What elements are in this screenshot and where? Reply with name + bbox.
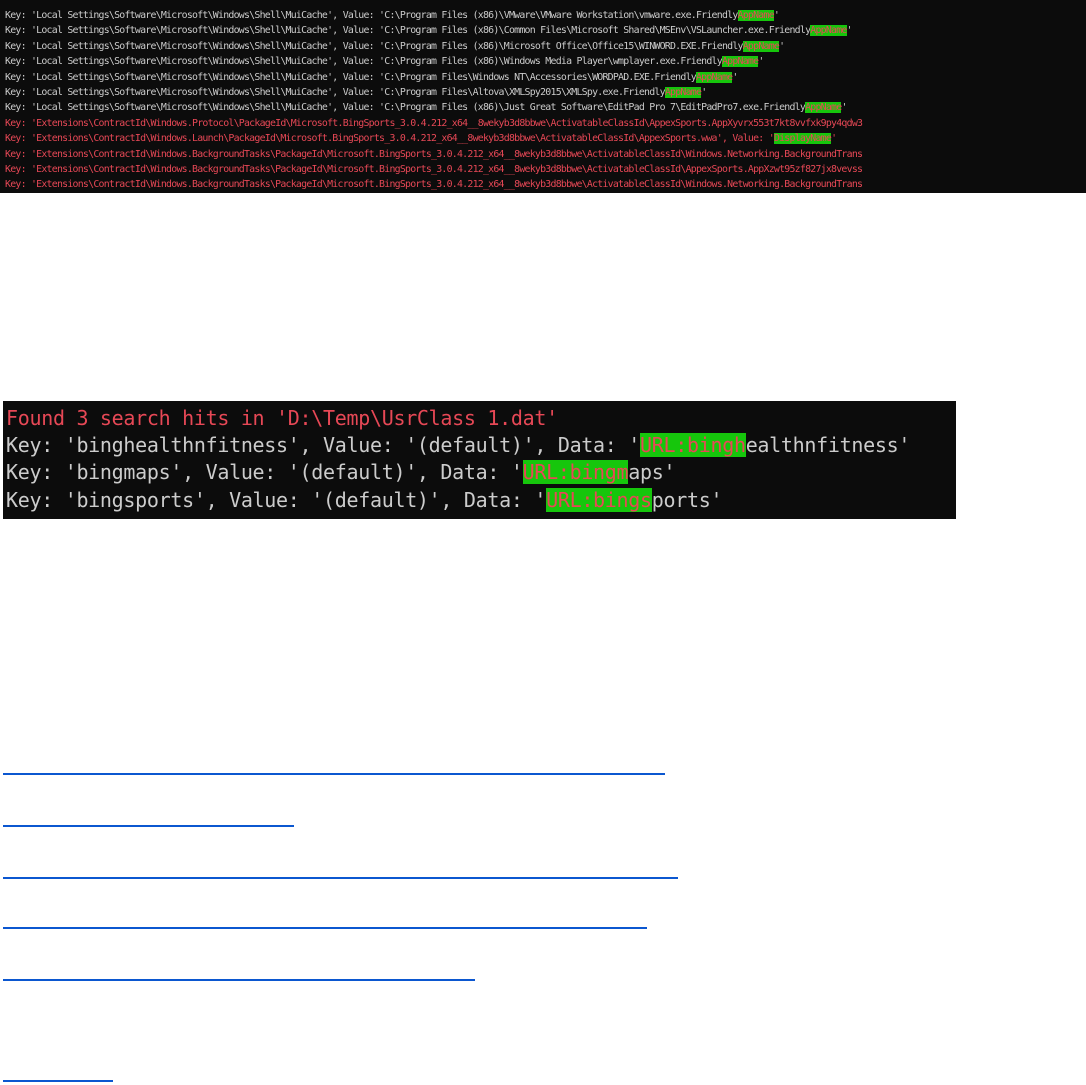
terminal-line: Key: 'Extensions\ContractId\Windows.Prot… xyxy=(0,116,1086,131)
terminal-line-suffix: ' xyxy=(773,10,780,21)
search-highlight: AppName xyxy=(721,56,759,68)
search-highlight: AppName xyxy=(664,86,702,98)
terminal-line-suffix: ' xyxy=(846,25,853,37)
hyperlink-6[interactable] xyxy=(3,1080,113,1082)
terminal-line: Key: 'Extensions\ContractId\Windows.Back… xyxy=(0,162,1086,177)
terminal-line-text: Key: 'Local Settings\Software\Microsoft\… xyxy=(5,10,738,21)
terminal-line-text: Key: 'Extensions\ContractId\Windows.Prot… xyxy=(5,117,863,129)
search-highlight: URL:bings xyxy=(546,487,652,512)
search-highlight: AppName xyxy=(695,71,733,83)
search-result-line: Key: 'bingmaps', Value: '(default)', Dat… xyxy=(3,459,956,486)
terminal-line: Key: 'Local Settings\Software\Microsoft\… xyxy=(0,8,1086,23)
search-highlight: URL:bingm xyxy=(522,460,629,485)
terminal-line-text: Key: 'Local Settings\Software\Microsoft\… xyxy=(5,25,811,37)
terminal-line-text: Key: 'Extensions\ContractId\Windows.Back… xyxy=(5,163,863,175)
search-highlight: DisplayName xyxy=(773,133,832,145)
terminal-line: Key: 'Extensions\ContractId\Windows.Back… xyxy=(0,177,1086,192)
hyperlink-1[interactable] xyxy=(3,773,665,775)
terminal-line-text: Key: 'Extensions\ContractId\Windows.Laun… xyxy=(5,133,775,145)
terminal-line-suffix: ' xyxy=(831,133,837,145)
search-result-suffix: ports' xyxy=(651,487,723,512)
terminal-line: Key: 'Local Settings\Software\Microsoft\… xyxy=(0,70,1086,85)
search-highlight: AppName xyxy=(805,102,842,114)
search-result-text: Key: 'bingmaps', Value: '(default)', Dat… xyxy=(6,460,523,485)
terminal-line-suffix: ' xyxy=(701,86,707,98)
search-highlight: AppName xyxy=(737,10,775,21)
terminal-line-text: Key: 'Extensions\ContractId\Windows.Back… xyxy=(5,179,863,191)
terminal-line: Key: 'Local Settings\Software\Microsoft\… xyxy=(0,100,1086,115)
hyperlink-5[interactable] xyxy=(3,979,475,981)
terminal-line: Key: 'Local Settings\Software\Microsoft\… xyxy=(0,85,1086,100)
terminal-line: Key: 'Extensions\ContractId\Windows.Laun… xyxy=(0,131,1086,146)
search-highlight: AppName xyxy=(810,25,847,37)
terminal-line-text: Key: 'Local Settings\Software\Microsoft\… xyxy=(5,86,666,98)
terminal-line-text: Key: 'Local Settings\Software\Microsoft\… xyxy=(5,102,806,114)
terminal-line-text: Key: 'Local Settings\Software\Microsoft\… xyxy=(5,71,697,83)
terminal-line-suffix: ' xyxy=(779,40,785,52)
terminal-line-suffix: ' xyxy=(732,71,738,83)
search-result-suffix: aps' xyxy=(628,460,676,485)
search-result-line: Key: 'bingsports', Value: '(default)', D… xyxy=(3,487,956,514)
search-result-line: Key: 'binghealthnfitness', Value: '(defa… xyxy=(3,432,956,459)
terminal-line: Key: 'Local Settings\Software\Microsoft\… xyxy=(0,54,1086,69)
search-result-text: Key: 'bingsports', Value: '(default)', D… xyxy=(6,487,547,512)
terminal-line: Key: 'Local Settings\Software\Microsoft\… xyxy=(0,23,1086,38)
search-result-suffix: ealthnfitness' xyxy=(745,433,911,458)
terminal-search-results: Found 3 search hits in 'D:\Temp\UsrClass… xyxy=(3,401,956,519)
search-result-text: Key: 'binghealthnfitness', Value: '(defa… xyxy=(6,433,641,458)
search-highlight: URL:bingh xyxy=(640,433,746,458)
terminal-line-suffix: ' xyxy=(841,102,847,114)
terminal-output-top: Key: 'Local Settings\Software\Microsoft\… xyxy=(0,0,1086,193)
hyperlink-4[interactable] xyxy=(3,927,647,929)
hyperlink-2[interactable] xyxy=(3,825,294,827)
terminal-line-suffix: ' xyxy=(758,56,764,68)
terminal-line-text: Key: 'Extensions\ContractId\Windows.Back… xyxy=(5,148,863,160)
search-hits-header: Found 3 search hits in 'D:\Temp\UsrClass… xyxy=(6,406,558,430)
terminal-line-text: Key: 'Local Settings\Software\Microsoft\… xyxy=(5,40,743,52)
terminal-line: Key: 'Extensions\ContractId\Windows.Back… xyxy=(0,147,1086,162)
search-highlight: AppName xyxy=(742,40,780,52)
terminal-line-text: Key: 'Local Settings\Software\Microsoft\… xyxy=(5,56,723,68)
terminal-line: Key: 'Local Settings\Software\Microsoft\… xyxy=(0,39,1086,54)
hyperlink-3[interactable] xyxy=(3,877,678,879)
